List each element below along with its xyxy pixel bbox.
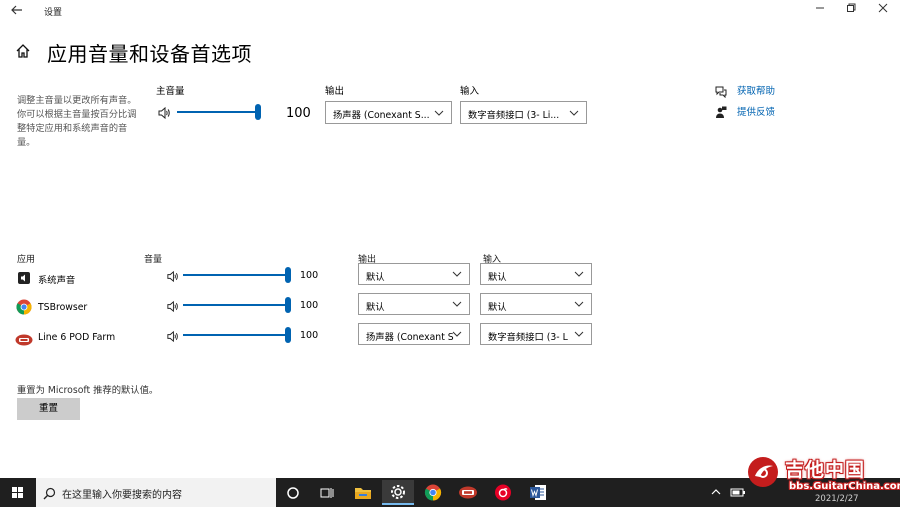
- apps-column-header: 应用: [17, 255, 36, 265]
- app-volume-value: 100: [300, 300, 319, 311]
- title-bar: 设置: [0, 0, 900, 24]
- guitarchina-logo-icon: [745, 454, 781, 490]
- volume-column-header: 音量: [144, 255, 163, 265]
- taskbar-search-box[interactable]: 在这里输入你要搜索的内容: [36, 478, 276, 507]
- master-input-dropdown[interactable]: 数字音频接口 (3- Li...: [460, 101, 587, 124]
- search-icon: [43, 485, 56, 504]
- master-input-label: 输入: [460, 86, 480, 97]
- chevron-down-icon: [452, 299, 462, 309]
- get-help-link[interactable]: 获取帮助: [737, 83, 775, 97]
- app-output-dropdown[interactable]: 默认: [358, 293, 470, 315]
- app-volume-value: 100: [300, 330, 319, 341]
- chevron-up-icon[interactable]: [706, 478, 726, 507]
- pod-farm-taskbar-icon[interactable]: [452, 480, 484, 505]
- settings-app-icon[interactable]: [382, 480, 414, 505]
- app-input-dropdown[interactable]: 数字音频接口 (3- L: [480, 323, 592, 345]
- dropdown-value: 默认: [488, 272, 507, 283]
- chevron-down-icon: [569, 108, 579, 118]
- dropdown-value: 默认: [488, 302, 507, 313]
- watermark-title: 吉他中国: [785, 459, 866, 481]
- app-volume-value: 100: [300, 270, 319, 281]
- home-icon[interactable]: [14, 42, 32, 60]
- dropdown-value: 默认: [366, 302, 385, 313]
- minimize-button[interactable]: [805, 2, 835, 20]
- chevron-down-icon: [574, 299, 584, 309]
- chrome-browser-icon: [16, 299, 32, 315]
- app-name: TSBrowser: [38, 302, 88, 313]
- app-output-dropdown[interactable]: 默认: [358, 263, 470, 285]
- master-volume-value: 100: [286, 106, 311, 121]
- dropdown-value: 数字音频接口 (3- L: [488, 332, 568, 343]
- feedback-person-icon: [714, 104, 727, 118]
- app-input-dropdown[interactable]: 默认: [480, 263, 592, 285]
- speaker-icon: [157, 105, 171, 120]
- slider-track: [183, 304, 288, 306]
- netease-music-icon[interactable]: [487, 480, 519, 505]
- chevron-down-icon: [574, 269, 584, 279]
- search-placeholder: 在这里输入你要搜索的内容: [62, 490, 182, 501]
- system-sounds-icon: [17, 270, 31, 284]
- window-title: 设置: [44, 8, 63, 18]
- feedback-link[interactable]: 提供反馈: [737, 104, 775, 118]
- app-volume-slider[interactable]: [183, 265, 291, 285]
- app-name: 系统声音: [38, 275, 76, 286]
- cortana-icon[interactable]: [277, 480, 309, 505]
- watermark-url: bbs.GuitarChina.com: [789, 481, 900, 492]
- speaker-icon: [166, 298, 180, 313]
- master-volume-slider[interactable]: [177, 102, 261, 122]
- close-button[interactable]: [868, 2, 898, 20]
- slider-thumb[interactable]: [285, 267, 291, 283]
- chevron-down-icon: [574, 329, 584, 339]
- slider-track: [177, 111, 258, 113]
- task-view-icon[interactable]: [310, 480, 342, 505]
- speaker-icon: [166, 328, 180, 343]
- slider-track: [183, 334, 288, 336]
- taskbar-date: 2021/2/27: [815, 494, 859, 504]
- back-arrow-icon[interactable]: [9, 3, 25, 19]
- app-volume-slider[interactable]: [183, 295, 291, 315]
- slider-thumb[interactable]: [255, 104, 261, 120]
- chevron-down-icon: [434, 108, 444, 118]
- chrome-icon[interactable]: [417, 480, 449, 505]
- file-explorer-icon[interactable]: [347, 480, 379, 505]
- slider-thumb[interactable]: [285, 327, 291, 343]
- master-output-dropdown[interactable]: 扬声器 (Conexant S...: [325, 101, 452, 124]
- chat-help-icon: [714, 83, 727, 99]
- word-icon[interactable]: [522, 480, 554, 505]
- app-name: Line 6 POD Farm: [38, 332, 116, 343]
- page-description: 调整主音量以更改所有声音。你可以根据主音量按百分比调整特定应用和系统声音的音量。: [17, 95, 137, 148]
- dropdown-value: 扬声器 (Conexant S...: [333, 110, 430, 121]
- app-output-dropdown[interactable]: 扬声器 (Conexant S: [358, 323, 470, 345]
- dropdown-value: 默认: [366, 272, 385, 283]
- reset-button[interactable]: 重置: [17, 398, 80, 420]
- dropdown-value: 数字音频接口 (3- Li...: [468, 110, 560, 121]
- slider-track: [183, 274, 288, 276]
- reset-description: 重置为 Microsoft 推荐的默认值。: [17, 385, 159, 396]
- dropdown-value: 扬声器 (Conexant S: [366, 332, 454, 343]
- app-volume-slider[interactable]: [183, 325, 291, 345]
- start-button[interactable]: [0, 478, 36, 507]
- master-output-label: 输出: [325, 86, 345, 97]
- chevron-down-icon: [452, 269, 462, 279]
- chevron-down-icon: [452, 329, 462, 339]
- app-input-dropdown[interactable]: 默认: [480, 293, 592, 315]
- master-volume-label: 主音量: [156, 86, 185, 97]
- speaker-icon: [166, 268, 180, 283]
- slider-thumb[interactable]: [285, 297, 291, 313]
- page-title: 应用音量和设备首选项: [47, 42, 252, 66]
- pod-farm-icon: [15, 331, 33, 346]
- maximize-button[interactable]: [836, 2, 866, 20]
